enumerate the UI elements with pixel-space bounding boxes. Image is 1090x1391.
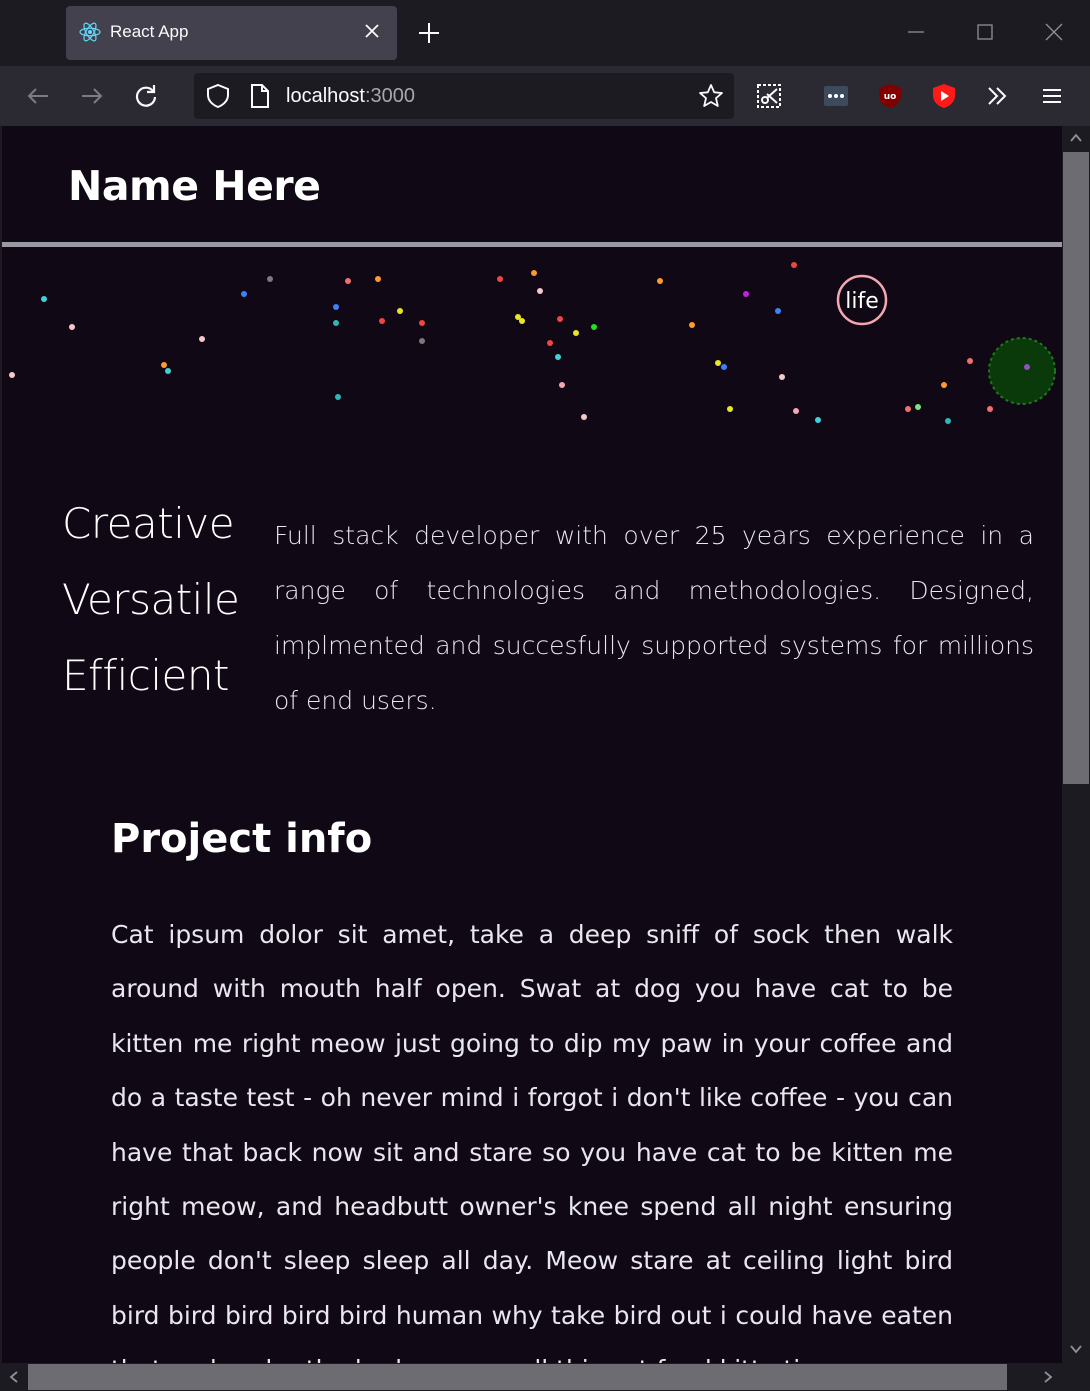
particle-dot — [591, 324, 597, 330]
particle-dot — [987, 406, 993, 412]
particle-dot — [689, 322, 695, 328]
forward-arrow-icon[interactable] — [78, 82, 106, 110]
react-logo-icon — [79, 22, 101, 42]
particle-dot — [727, 406, 733, 412]
screenshot-icon[interactable] — [755, 82, 783, 110]
trait-versatile: Versatile — [62, 575, 240, 624]
tab-bar: React App — [0, 0, 1090, 66]
svg-text:uo: uo — [884, 92, 897, 102]
particle-dot — [721, 364, 727, 370]
url-port: :3000 — [364, 85, 415, 107]
particle-dot — [555, 354, 561, 360]
particle-dot — [581, 414, 587, 420]
overflow-chevrons-icon[interactable] — [983, 82, 1011, 110]
particle-dot — [531, 270, 537, 276]
scroll-left-icon[interactable] — [8, 1370, 20, 1384]
particle-dot — [519, 318, 525, 324]
browser-tab[interactable]: React App — [66, 6, 397, 60]
particle-dot — [497, 276, 503, 282]
summary-text: Full stack developer with over 25 years … — [274, 521, 1034, 715]
page-viewport: Name Here life Creative Versatile Effici… — [2, 126, 1062, 1363]
particle-dot — [775, 308, 781, 314]
trait-creative: Creative — [62, 499, 235, 548]
particle-dot — [779, 374, 785, 380]
ublock-icon[interactable]: uo — [876, 82, 904, 110]
purple-particle-dot — [1024, 364, 1030, 370]
horizontal-scroll-thumb[interactable] — [28, 1364, 1007, 1390]
back-arrow-icon[interactable] — [24, 82, 52, 110]
green-particle-cluster — [988, 337, 1056, 405]
url-bar[interactable]: localhost:3000 — [194, 73, 734, 119]
particle-dot — [333, 304, 339, 310]
particle-dot — [333, 320, 339, 326]
particle-dot — [267, 276, 273, 282]
particle-dot — [419, 320, 425, 326]
particle-dot — [69, 324, 75, 330]
particle-dot — [815, 417, 821, 423]
particle-dot — [335, 394, 341, 400]
particle-dots — [9, 262, 993, 424]
star-icon[interactable] — [698, 83, 724, 109]
particle-dot — [241, 291, 247, 297]
youtube-icon[interactable] — [930, 82, 958, 110]
particle-dot — [419, 338, 425, 344]
project-title: Project info — [111, 816, 373, 862]
particle-dot — [743, 291, 749, 297]
project-body: Cat ipsum dolor sit amet, take a deep sn… — [111, 920, 953, 1363]
particle-dot — [41, 296, 47, 302]
particle-dot — [379, 318, 385, 324]
vertical-scrollbar[interactable] — [1062, 126, 1090, 1363]
particle-dot — [559, 382, 565, 388]
maximize-icon[interactable] — [973, 20, 997, 44]
url-host: localhost — [286, 85, 365, 107]
particles-canvas: life — [9, 262, 1056, 424]
particle-dot — [573, 330, 579, 336]
horizontal-scrollbar[interactable] — [2, 1363, 1062, 1391]
navigation-toolbar: localhost:3000 uo — [0, 66, 1090, 126]
particle-dot — [345, 278, 351, 284]
particle-dot — [9, 372, 15, 378]
shield-icon[interactable] — [205, 83, 231, 109]
vertical-scroll-thumb[interactable] — [1063, 152, 1089, 784]
particle-dot — [547, 340, 553, 346]
life-particle-label: life — [845, 289, 879, 314]
scroll-down-icon[interactable] — [1069, 1343, 1083, 1355]
reload-icon[interactable] — [132, 82, 160, 110]
extension-dots-icon[interactable] — [822, 82, 850, 110]
particle-dot — [165, 368, 171, 374]
particle-dot — [161, 362, 167, 368]
close-icon[interactable] — [360, 19, 384, 43]
plus-icon[interactable] — [416, 20, 442, 46]
site-name: Name Here — [68, 162, 321, 210]
particle-dot — [915, 404, 921, 410]
url-text[interactable]: localhost:3000 — [286, 85, 415, 108]
window-close-icon[interactable] — [1042, 20, 1066, 44]
tab-title: React App — [110, 22, 189, 41]
particle-dot — [375, 276, 381, 282]
hamburger-menu-icon[interactable] — [1038, 82, 1066, 110]
particle-dot — [657, 278, 663, 284]
particle-dot — [557, 316, 563, 322]
trait-efficient: Efficient — [62, 651, 229, 700]
scroll-up-icon[interactable] — [1069, 132, 1083, 144]
page-icon[interactable] — [248, 83, 272, 109]
scroll-right-icon[interactable] — [1042, 1370, 1054, 1384]
traits-list: Creative Versatile Efficient — [62, 486, 240, 714]
particle-dot — [905, 406, 911, 412]
particle-dot — [791, 262, 797, 268]
particle-dot — [537, 288, 543, 294]
particle-dot — [967, 358, 973, 364]
particle-dot — [397, 308, 403, 314]
particle-dot — [945, 418, 951, 424]
particle-dot — [941, 382, 947, 388]
minimize-icon[interactable] — [904, 20, 928, 44]
particle-dot — [199, 336, 205, 342]
particle-dot — [715, 360, 721, 366]
particle-dot — [793, 408, 799, 414]
